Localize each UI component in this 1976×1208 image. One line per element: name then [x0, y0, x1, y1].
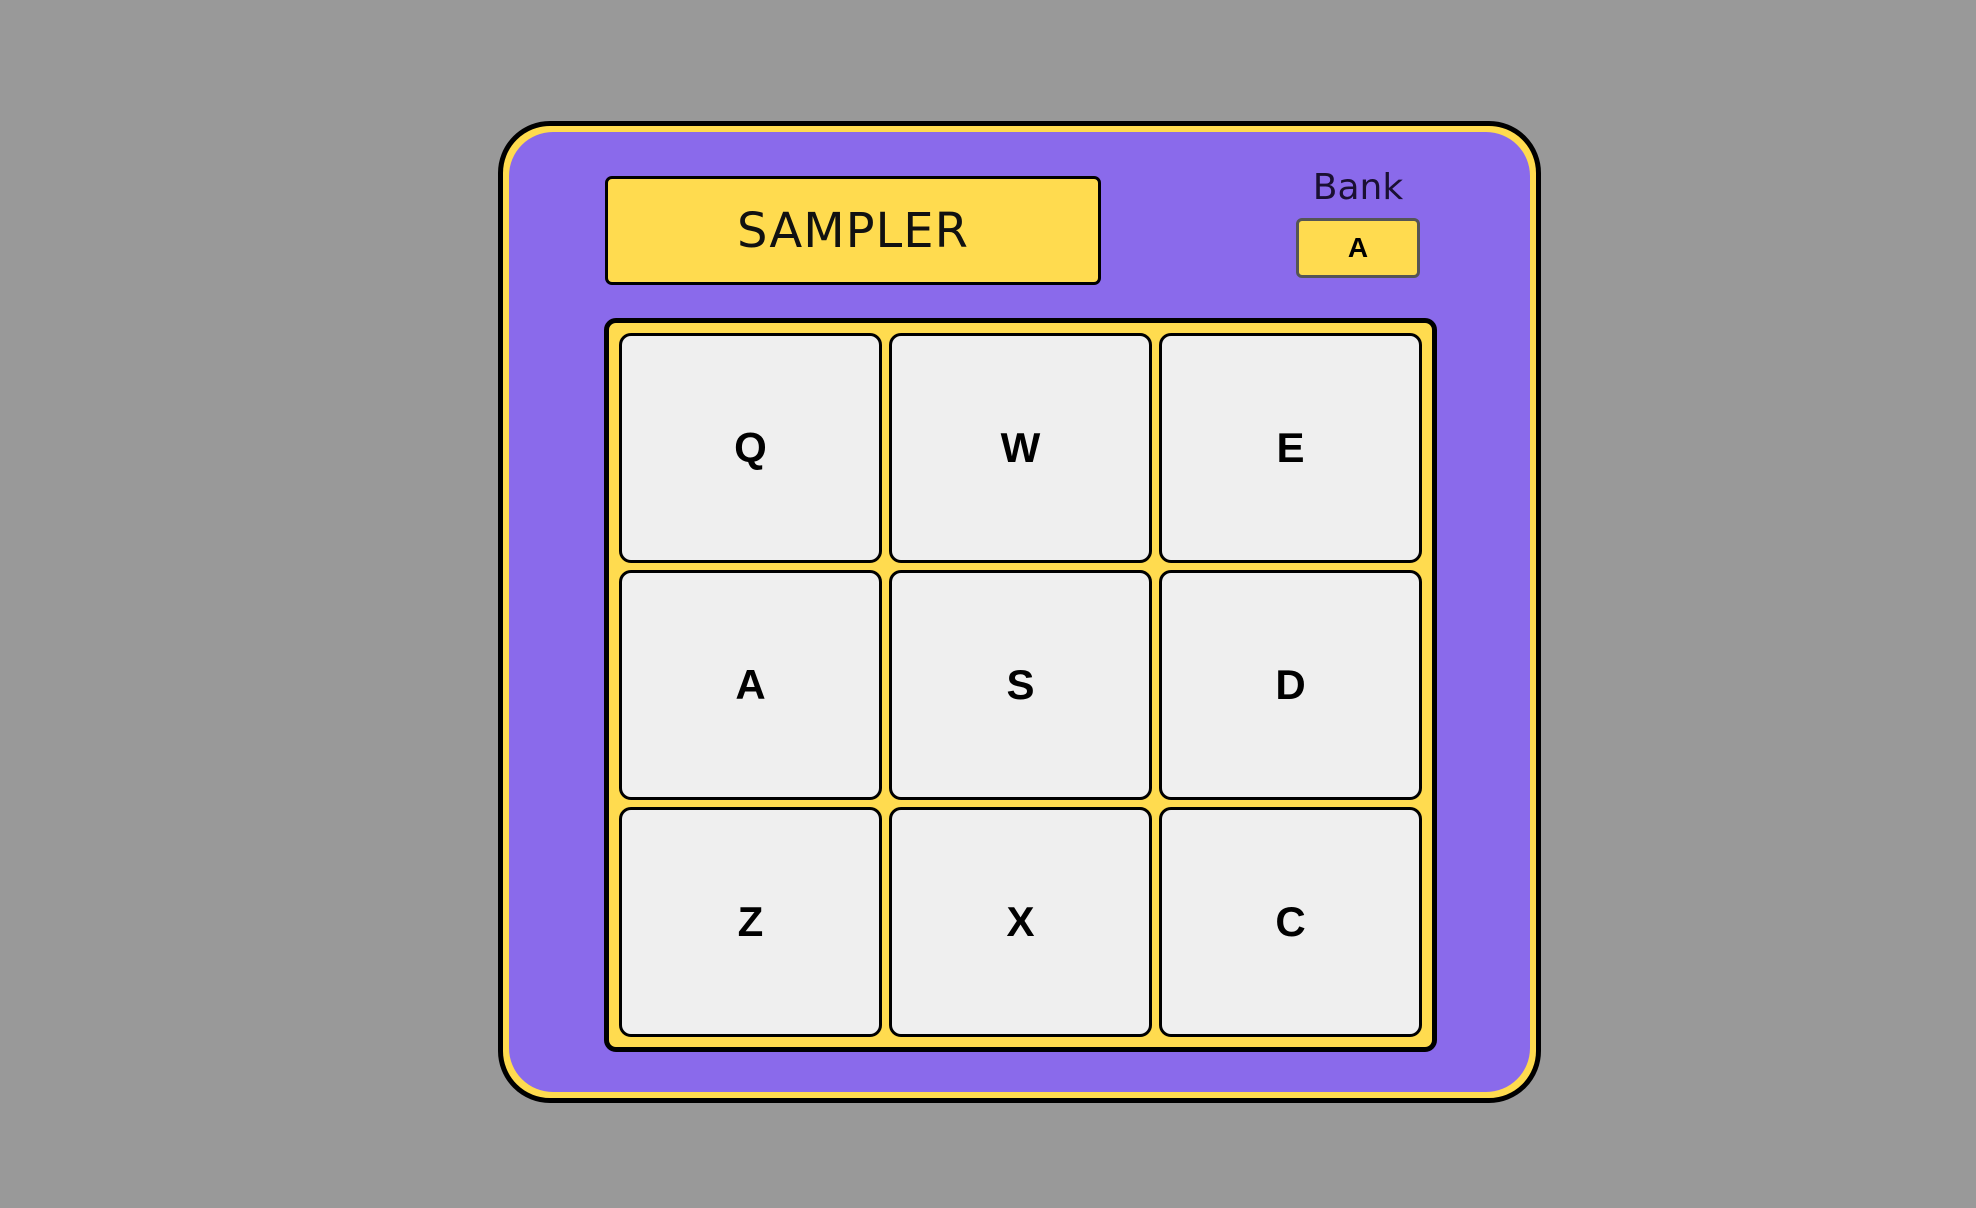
- bank-toggle-button[interactable]: A: [1296, 218, 1420, 278]
- app-title: SAMPLER: [737, 202, 969, 259]
- pad-w[interactable]: W: [889, 333, 1152, 563]
- bank-label: Bank: [1312, 167, 1404, 208]
- pad-q[interactable]: Q: [619, 333, 882, 563]
- pad-x[interactable]: X: [889, 807, 1152, 1037]
- pad-d[interactable]: D: [1159, 570, 1422, 800]
- pad-c[interactable]: C: [1159, 807, 1422, 1037]
- title-display: SAMPLER: [605, 176, 1101, 285]
- pad-e[interactable]: E: [1159, 333, 1422, 563]
- pad-grid: Q W E A S D Z X C: [604, 318, 1437, 1052]
- pad-z[interactable]: Z: [619, 807, 882, 1037]
- pad-s[interactable]: S: [889, 570, 1152, 800]
- pad-a[interactable]: A: [619, 570, 882, 800]
